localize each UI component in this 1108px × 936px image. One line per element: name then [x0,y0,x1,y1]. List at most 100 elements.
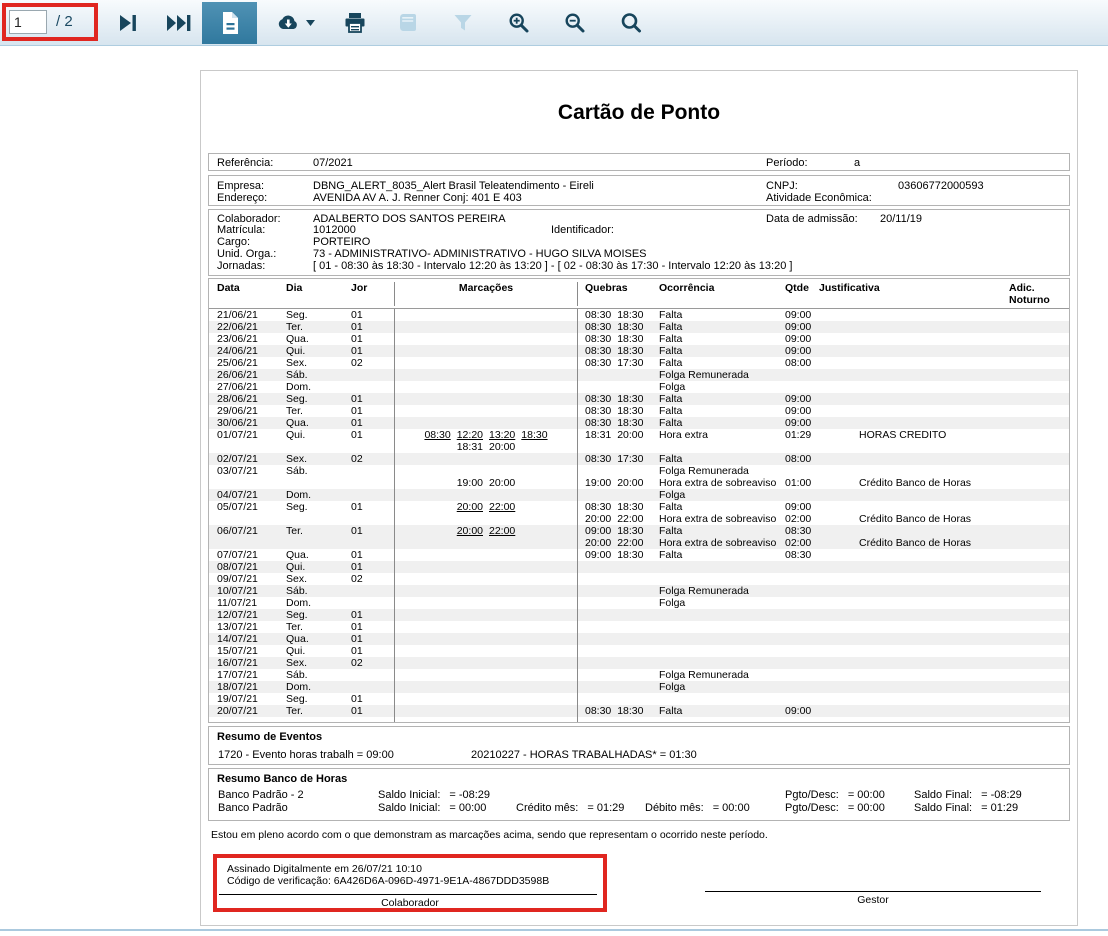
cell-qtde [776,633,810,645]
table-line [859,645,1000,657]
cell-quebras [578,369,653,381]
table-row: 24/06/21Qui.0108:30 18:30Falta09:00 [209,345,1069,357]
marcacoes-line: 08:3012:2013:2018:30 [395,429,577,441]
admissao-label: Data de admissão: [766,213,858,225]
banco-credito: Crédito mês:= 01:29 [516,802,624,814]
cell-adic-noturno [1000,357,1069,369]
time-mark: 20:00 [489,441,515,453]
table-header: Data Dia Jor Marcações Quebras Ocorrênci… [209,279,1069,309]
cell-adic-noturno [1000,633,1069,645]
table-line [659,561,776,573]
table-line [785,597,810,609]
table-line: 08:30 18:30 [585,393,653,405]
cell-quebras: 09:00 18:3020:00 22:00 [578,525,653,549]
column-header-ocorrencia: Ocorrência [653,282,776,306]
cell-dia: Qui. [279,561,344,573]
cell-dia: Dom. [279,381,344,393]
cell-marcacoes: 19:0020:00 [394,465,578,489]
pages-button [394,2,422,44]
zoom-out-button[interactable] [560,2,590,44]
table-row: 01/07/21Qui.0108:3012:2013:2018:3018:312… [209,429,1069,453]
marcacoes-line [395,537,577,549]
cell-dia: Sex. [279,657,344,669]
resumo-banco-title: Resumo Banco de Horas [217,773,347,785]
column-header-qtde: Qtde [776,282,810,306]
cell-adic-noturno [1000,525,1069,549]
cell-quebras: 08:30 18:30 [578,309,653,321]
table-filler [209,717,1069,723]
cell-quebras: 08:30 18:30 [578,705,653,717]
cell-marcacoes: 08:3012:2013:2018:3018:3120:00 [394,429,578,453]
table-line: 09:00 [785,345,810,357]
cell-jor: 01 [344,321,394,333]
next-page-button[interactable] [110,2,146,44]
cell-qtde: 08:00 [776,453,810,465]
cell-adic-noturno [1000,465,1069,489]
marcacoes-line [395,705,577,717]
table-line [859,357,1000,369]
cell-justificativa [810,561,1000,573]
table-line [785,657,810,669]
admissao-value: 20/11/19 [880,213,922,225]
bottom-divider [0,929,1108,931]
cell-ocorrencia: Falta [653,345,776,357]
last-page-button[interactable] [159,2,199,44]
cell-quebras [578,381,653,393]
cell-qtde: 09:00 [776,417,810,429]
page-number-input[interactable] [9,10,47,34]
table-line [859,321,1000,333]
cell-justificativa [810,609,1000,621]
cell-jor: 01 [344,429,394,453]
marcacoes-line: 20:0022:00 [395,501,577,513]
cell-dia: Dom. [279,489,344,501]
banco-saldo_inicial: Saldo Inicial:= -08:29 [378,789,490,801]
table-line [785,561,810,573]
cell-data: 30/06/21 [209,417,279,429]
cell-adic-noturno [1000,705,1069,717]
cell-marcacoes [394,681,578,693]
table-line: Falta [659,333,776,345]
table-row: 10/07/21Sáb.Folga Remunerada [209,585,1069,597]
cell-qtde: 01:00 [776,465,810,489]
single-page-view-button[interactable] [202,2,257,44]
cell-dia: Ter. [279,405,344,417]
time-mark: 20:00 [457,525,483,537]
cell-qtde [776,561,810,573]
export-download-button[interactable] [272,2,316,44]
print-button[interactable] [340,2,370,44]
cell-adic-noturno [1000,657,1069,669]
zoom-in-button[interactable] [504,2,534,44]
endereco-value: AVENIDA AV A. J. Renner Conj: 401 E 403 [313,192,522,204]
cell-justificativa [810,405,1000,417]
cell-quebras [578,573,653,585]
table-line [585,561,653,573]
book-icon [397,12,419,34]
cell-dia: Dom. [279,597,344,609]
marcacoes-line [395,549,577,561]
cell-dia: Ter. [279,321,344,333]
search-button[interactable] [616,2,646,44]
table-line: 09:00 [785,309,810,321]
table-line [859,453,1000,465]
cell-marcacoes [394,489,578,501]
cell-justificativa [810,585,1000,597]
periodo-label: Período: [766,157,808,169]
table-line: HORAS CREDITO [859,429,1000,441]
banco-name: Banco Padrão - 2 [218,789,304,801]
banco-row: Banco Padrão - 2Saldo Inicial:= -08:29Pg… [209,789,1069,801]
cell-justificativa [810,489,1000,501]
cell-justificativa [810,453,1000,465]
table-line [785,609,810,621]
table-line: 08:30 18:30 [585,417,653,429]
toolbar: / 2 [0,0,1108,46]
table-row: 21/06/21Seg.0108:30 18:30Falta09:00 [209,309,1069,321]
marcacoes-line [395,357,577,369]
cell-ocorrencia: Falta [653,705,776,717]
table-line [585,465,653,477]
unid-orga-value: 73 - ADMINISTRATIVO- ADMINISTRATIVO - HU… [313,248,647,260]
table-line [585,369,653,381]
cell-justificativa [810,705,1000,717]
reference-box: Referência: 07/2021 Período: a [208,153,1070,171]
table-line: Folga [659,381,776,393]
cell-jor: 01 [344,561,394,573]
